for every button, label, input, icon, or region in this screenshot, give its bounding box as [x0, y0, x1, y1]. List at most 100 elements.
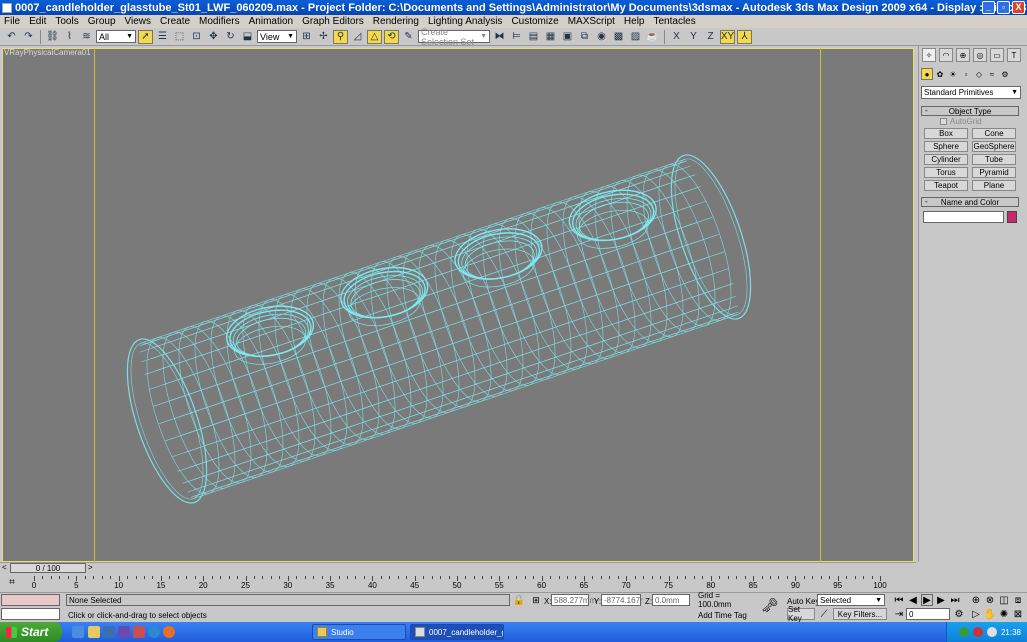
layer-manager-icon[interactable]: ▤: [526, 30, 541, 44]
maxscript-listener-bottom[interactable]: [1, 608, 60, 620]
previous-frame-icon[interactable]: ◀: [907, 594, 919, 606]
box-button[interactable]: Box: [924, 128, 968, 139]
folder-quicklaunch-icon[interactable]: [88, 626, 100, 638]
close-button[interactable]: X: [1012, 1, 1025, 14]
zoom-extents-icon[interactable]: ◫: [998, 594, 1010, 606]
ie-quicklaunch-icon[interactable]: [148, 626, 160, 638]
teapot-button[interactable]: Teapot: [924, 180, 968, 191]
menu-lighting-analysis[interactable]: Lighting Analysis: [428, 16, 503, 27]
align-icon[interactable]: ⊨: [509, 30, 524, 44]
add-time-tag[interactable]: Add Time Tag: [698, 611, 747, 620]
menu-file[interactable]: File: [4, 16, 20, 27]
undo-icon[interactable]: ↶: [4, 30, 19, 44]
display-tab-icon[interactable]: ▭: [990, 48, 1004, 62]
menu-views[interactable]: Views: [125, 16, 152, 27]
zoom-icon[interactable]: ⊕: [970, 594, 982, 606]
desktop-quicklaunch-icon[interactable]: [103, 626, 115, 638]
time-slider-left-arrow[interactable]: <: [2, 563, 7, 572]
sphere-button[interactable]: Sphere: [924, 141, 968, 152]
axis-x-button[interactable]: X: [669, 30, 684, 44]
go-to-end-icon[interactable]: ⏭: [949, 594, 961, 606]
geometry-icon[interactable]: ●: [921, 68, 933, 80]
category-dropdown[interactable]: Standard Primitives ▼: [921, 86, 1021, 99]
absolute-mode-icon[interactable]: ⊞: [530, 594, 542, 606]
menu-graph-editors[interactable]: Graph Editors: [302, 16, 364, 27]
shapes-icon[interactable]: ✿: [934, 68, 946, 80]
menu-edit[interactable]: Edit: [29, 16, 46, 27]
autogrid-checkbox[interactable]: AutoGrid: [940, 117, 982, 126]
selection-filter-dropdown[interactable]: All ▼: [96, 30, 136, 43]
maximize-viewport-icon[interactable]: ⊠: [1012, 608, 1024, 620]
cylinder-button[interactable]: Cylinder: [924, 154, 968, 165]
mini-curve-editor-icon[interactable]: ⌗: [6, 576, 18, 588]
object-name-input[interactable]: [923, 211, 1004, 223]
systems-icon[interactable]: ⚙: [999, 68, 1011, 80]
menu-modifiers[interactable]: Modifiers: [199, 16, 240, 27]
time-slider[interactable]: [0, 562, 916, 574]
modify-tab-icon[interactable]: ◠: [939, 48, 953, 62]
mirror-icon[interactable]: ⧓: [492, 30, 507, 44]
helpers-icon[interactable]: ◇: [973, 68, 985, 80]
menu-help[interactable]: Help: [624, 16, 645, 27]
select-by-name-icon[interactable]: ☰: [155, 30, 170, 44]
menu-group[interactable]: Group: [88, 16, 116, 27]
set-key-icon[interactable]: ⟋: [818, 608, 830, 620]
selection-lock-icon[interactable]: 🔒: [513, 594, 525, 606]
axis-z-button[interactable]: Z: [703, 30, 718, 44]
y-coordinate-field[interactable]: -8774.167r: [601, 594, 643, 606]
maximize-button[interactable]: ▫: [997, 1, 1010, 14]
angle-snap-icon[interactable]: ◿: [350, 30, 365, 44]
key-mode-toggle-icon[interactable]: ⇥: [893, 608, 905, 620]
redo-icon[interactable]: ↷: [21, 30, 36, 44]
schematic-view-icon[interactable]: ⧉: [577, 30, 592, 44]
app-quicklaunch-icon[interactable]: [118, 626, 130, 638]
network-icon[interactable]: [958, 627, 969, 637]
selection-region-icon[interactable]: ⬚: [172, 30, 187, 44]
axis-xy-button[interactable]: XY: [720, 29, 735, 44]
current-frame-field[interactable]: 0: [906, 608, 950, 620]
x-coordinate-field[interactable]: 588.277mm: [551, 594, 596, 606]
create-tab-icon[interactable]: ✧: [922, 48, 936, 62]
z-coordinate-field[interactable]: 0.0mm: [652, 594, 690, 606]
tube-button[interactable]: Tube: [972, 154, 1016, 165]
time-slider-right-arrow[interactable]: >: [88, 563, 93, 572]
field-of-view-icon[interactable]: ▷: [970, 608, 982, 620]
volume-icon[interactable]: [986, 627, 997, 637]
named-selection-dropdown[interactable]: Create Selection Set ▼: [418, 27, 490, 47]
task-3dsmax[interactable]: 0007_candleholder_g...: [410, 624, 504, 640]
task-studio[interactable]: Studio: [312, 624, 406, 640]
cone-button[interactable]: Cone: [972, 128, 1016, 139]
edit-named-selection-icon[interactable]: ✎: [401, 30, 416, 44]
orbit-icon[interactable]: ✺: [998, 608, 1010, 620]
curve-editor-icon[interactable]: ▣: [560, 30, 575, 44]
quick-render-icon[interactable]: ☕: [645, 30, 660, 44]
key-set-dropdown[interactable]: Selected ▼: [817, 594, 885, 606]
motion-tab-icon[interactable]: ◎: [973, 48, 987, 62]
viewport-label[interactable]: VRayPhysicalCamera01: [4, 48, 91, 57]
unlink-icon[interactable]: ⌇: [62, 30, 77, 44]
hierarchy-tab-icon[interactable]: ⊕: [956, 48, 970, 62]
zoom-extents-all-icon[interactable]: ⧈: [1012, 594, 1024, 606]
cameras-icon[interactable]: ▫: [960, 68, 972, 80]
maxscript-listener-top[interactable]: [1, 594, 60, 606]
key-filters-button[interactable]: Key Filters...: [833, 608, 887, 620]
key-mode-icon[interactable]: 🗝: [761, 597, 779, 613]
viewport[interactable]: [2, 48, 914, 562]
plane-button[interactable]: Plane: [972, 180, 1016, 191]
link-icon[interactable]: ⛓: [45, 30, 60, 44]
percent-snap-icon[interactable]: △: [367, 29, 382, 44]
set-key-button[interactable]: Set Key: [787, 605, 815, 623]
bind-space-warp-icon[interactable]: ≋: [79, 30, 94, 44]
zoom-all-icon[interactable]: ⊗: [984, 594, 996, 606]
pan-icon[interactable]: ✋: [984, 608, 996, 620]
pdf-quicklaunch-icon[interactable]: [133, 626, 145, 638]
menu-tools[interactable]: Tools: [55, 16, 78, 27]
go-to-start-icon[interactable]: ⏮: [893, 594, 905, 606]
utilities-tab-icon[interactable]: T: [1007, 48, 1021, 62]
window-crossing-icon[interactable]: ⊡: [189, 30, 204, 44]
graphite-tools-icon[interactable]: ▦: [543, 30, 558, 44]
object-color-swatch[interactable]: [1007, 211, 1017, 223]
spinner-snap-icon[interactable]: ⟲: [384, 29, 399, 44]
menu-create[interactable]: Create: [160, 16, 190, 27]
browser-quicklaunch-icon[interactable]: [72, 626, 84, 638]
